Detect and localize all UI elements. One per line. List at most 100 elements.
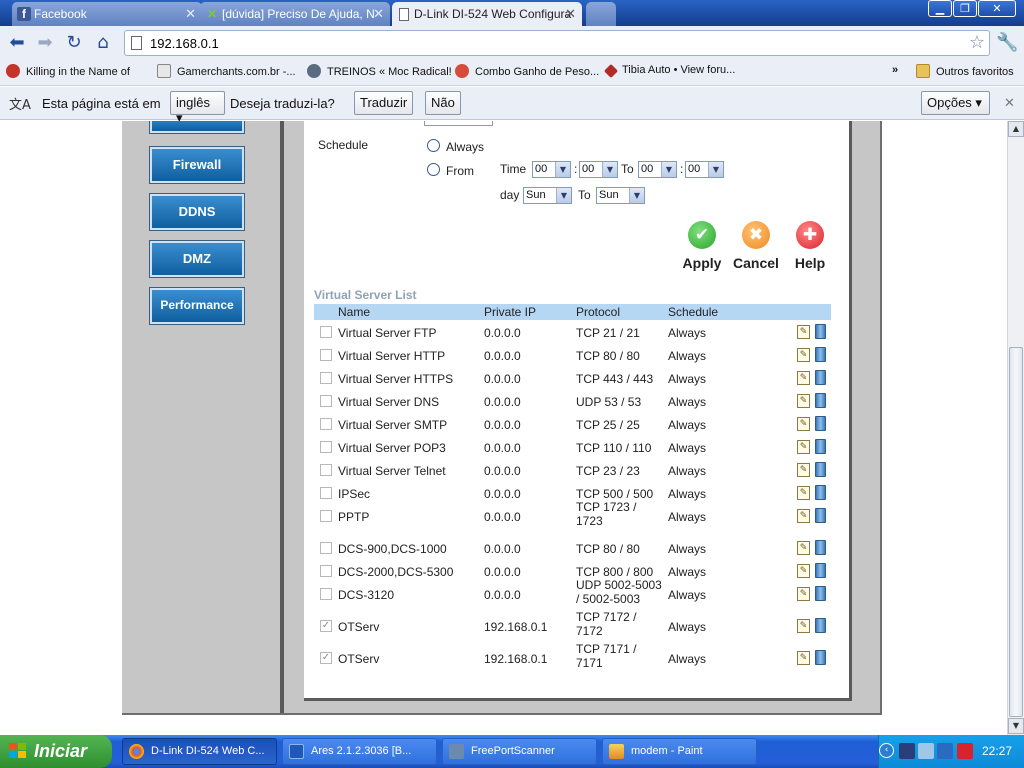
row-checkbox[interactable] (320, 565, 332, 577)
scroll-down-icon[interactable]: ▼ (1008, 718, 1024, 734)
trash-icon[interactable] (815, 416, 826, 431)
trash-icon[interactable] (815, 347, 826, 362)
start-hour-select[interactable]: 00 ▼ (532, 161, 571, 178)
new-tab-button[interactable] (586, 2, 616, 26)
trash-icon[interactable] (815, 485, 826, 500)
trash-icon[interactable] (815, 462, 826, 477)
address-bar[interactable]: 192.168.0.1 ☆ (124, 30, 990, 56)
edit-icon[interactable]: ✎ (797, 348, 810, 362)
start-button[interactable]: Iniciar (0, 735, 112, 768)
edit-icon[interactable]: ✎ (797, 541, 810, 555)
taskbar-item-chrome[interactable]: D-Link DI-524 Web C... (122, 738, 277, 765)
sidebar-button-firewall[interactable]: Firewall (149, 146, 245, 184)
end-hour-select[interactable]: 00 ▼ (638, 161, 677, 178)
close-tab-icon[interactable]: ✕ (185, 6, 196, 22)
row-checkbox[interactable] (320, 349, 332, 361)
edit-icon[interactable]: ✎ (797, 440, 810, 454)
minimize-button[interactable]: ▁ (928, 0, 952, 17)
text-input-partial[interactable] (424, 121, 493, 126)
close-tab-icon[interactable]: ✕ (373, 6, 384, 22)
close-infobar-icon[interactable]: ✕ (1004, 95, 1015, 111)
end-minute-select[interactable]: 00 ▼ (685, 161, 724, 178)
edit-icon[interactable]: ✎ (797, 564, 810, 578)
bookmark-item[interactable]: Gamerchants.com.br -... (157, 64, 296, 78)
row-checkbox[interactable] (320, 418, 332, 430)
bookmark-item[interactable]: Killing in the Name of (6, 64, 130, 78)
trash-icon[interactable] (815, 370, 826, 385)
wrench-icon[interactable]: 🔧 (996, 32, 1018, 54)
sidebar-button-dmz[interactable]: DMZ (149, 240, 245, 278)
bookmark-item[interactable]: Combo Ganho de Peso... (455, 64, 599, 78)
row-checkbox[interactable] (320, 588, 332, 600)
scroll-up-icon[interactable]: ▲ (1008, 121, 1024, 137)
trash-icon[interactable] (815, 508, 826, 523)
row-checkbox[interactable]: ✓ (320, 652, 332, 664)
home-icon[interactable]: ⌂ (92, 32, 114, 54)
edit-icon[interactable]: ✎ (797, 463, 810, 477)
edit-icon[interactable]: ✎ (797, 619, 810, 633)
sidebar-button-partial[interactable] (149, 121, 245, 134)
forward-icon[interactable]: ➡ (34, 32, 56, 54)
row-checkbox[interactable] (320, 372, 332, 384)
edit-icon[interactable]: ✎ (797, 325, 810, 339)
sidebar-button-ddns[interactable]: DDNS (149, 193, 245, 231)
edit-icon[interactable]: ✎ (797, 486, 810, 500)
edit-icon[interactable]: ✎ (797, 394, 810, 408)
edit-icon[interactable]: ✎ (797, 509, 810, 523)
sidebar-button-performance[interactable]: Performance (149, 287, 245, 325)
row-checkbox[interactable] (320, 464, 332, 476)
no-translate-button[interactable]: Não (425, 91, 461, 115)
antivirus-icon[interactable] (957, 743, 973, 759)
row-checkbox[interactable]: ✓ (320, 620, 332, 632)
language-select[interactable]: inglês ▾ (170, 91, 225, 125)
trash-icon[interactable] (815, 650, 826, 665)
trash-icon[interactable] (815, 540, 826, 555)
trash-icon[interactable] (815, 439, 826, 454)
back-icon[interactable]: ⬅ (6, 32, 28, 54)
start-minute-select[interactable]: 00 ▼ (579, 161, 618, 178)
close-window-button[interactable]: ✕ (978, 0, 1016, 17)
vertical-scrollbar[interactable]: ▲ ▼ (1007, 121, 1024, 735)
start-day-select[interactable]: Sun ▼ (523, 187, 572, 204)
restore-button[interactable]: ❐ (953, 0, 977, 17)
bookmark-item[interactable]: TREINOS « Moc Radical! (307, 64, 452, 78)
tray-expand-icon[interactable]: ‹ (879, 743, 894, 758)
apply-button[interactable]: ✔ Apply (674, 221, 730, 271)
tab-facebook[interactable]: f Facebook ✕ (12, 2, 202, 26)
row-checkbox[interactable] (320, 510, 332, 522)
edit-icon[interactable]: ✎ (797, 417, 810, 431)
row-checkbox[interactable] (320, 441, 332, 453)
row-checkbox[interactable] (320, 395, 332, 407)
edit-icon[interactable]: ✎ (797, 651, 810, 665)
taskbar-item-ares[interactable]: Ares 2.1.2.3036 [B... (282, 738, 437, 765)
bookmark-star-icon[interactable]: ☆ (969, 32, 985, 53)
always-radio[interactable] (427, 139, 440, 152)
end-day-select[interactable]: Sun ▼ (596, 187, 645, 204)
edit-icon[interactable]: ✎ (797, 587, 810, 601)
reload-icon[interactable]: ↻ (63, 32, 85, 54)
other-bookmarks-folder[interactable]: Outros favoritos (916, 64, 1014, 78)
row-checkbox[interactable] (320, 326, 332, 338)
trash-icon[interactable] (815, 393, 826, 408)
translate-button[interactable]: Traduzir (354, 91, 414, 115)
more-bookmarks-button[interactable]: » (892, 64, 898, 76)
trash-icon[interactable] (815, 618, 826, 633)
options-button[interactable]: Opções ▾ (921, 91, 990, 115)
tray-app-icon[interactable] (899, 743, 915, 759)
trash-icon[interactable] (815, 586, 826, 601)
taskbar-item-freeportscanner[interactable]: FreePortScanner (442, 738, 597, 765)
tab-dlink[interactable]: D-Link DI-524 Web Configura ✕ (392, 2, 582, 26)
from-radio[interactable] (427, 163, 440, 176)
trash-icon[interactable] (815, 324, 826, 339)
close-tab-icon[interactable]: ✕ (565, 6, 576, 22)
network-icon[interactable] (918, 743, 934, 759)
bookmark-item[interactable]: Tibia Auto • View foru... (603, 63, 735, 79)
edit-icon[interactable]: ✎ (797, 371, 810, 385)
tab-forum[interactable]: ✕ [dúvida] Preciso De Ajuda, N ✕ (200, 2, 390, 26)
row-checkbox[interactable] (320, 542, 332, 554)
tray-app-icon[interactable] (937, 743, 953, 759)
address-text[interactable]: 192.168.0.1 (150, 36, 219, 51)
row-checkbox[interactable] (320, 487, 332, 499)
cancel-button[interactable]: ✖ Cancel (728, 221, 784, 271)
taskbar-item-paint[interactable]: modem - Paint (602, 738, 757, 765)
